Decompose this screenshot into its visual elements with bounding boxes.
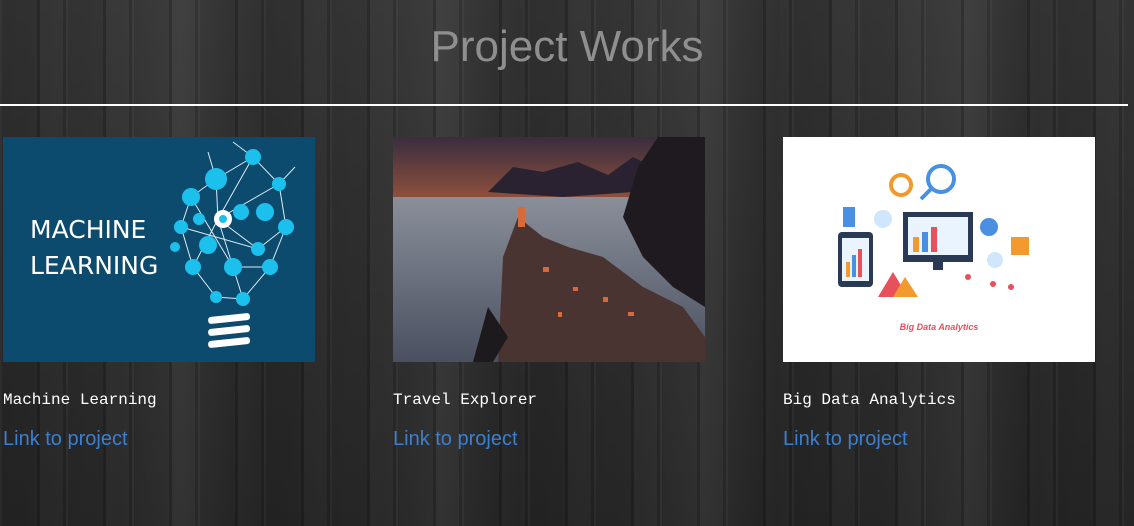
project-title: Travel Explorer: [393, 391, 538, 409]
calendar-icon: [1011, 237, 1029, 255]
project-card-travel-explorer: Travel Explorer Link to project: [393, 137, 705, 450]
image-caption: Big Data Analytics: [900, 322, 979, 332]
gear-icon: [214, 210, 232, 228]
project-title: Big Data Analytics: [783, 391, 956, 409]
project-link[interactable]: Link to project: [393, 428, 518, 451]
travel-explorer-image[interactable]: [393, 137, 705, 362]
bulb-base-icon: [208, 313, 251, 348]
project-link[interactable]: Link to project: [3, 428, 128, 451]
machine-learning-image[interactable]: MACHINE LEARNING: [3, 137, 315, 362]
project-title: Machine Learning: [3, 391, 157, 409]
project-link[interactable]: Link to project: [783, 428, 908, 451]
monitor-icon: [903, 212, 973, 270]
project-card-machine-learning: MACHINE LEARNING Machine Learning Link t…: [3, 137, 315, 450]
project-card-big-data-analytics: Big Data Analytics Big Data Analytics Li…: [783, 137, 1095, 450]
tablet-chart-icon: [838, 232, 873, 287]
pie-chart-icon: [980, 218, 998, 236]
image-text-line-2: LEARNING: [30, 251, 158, 280]
page-title: Project Works: [430, 22, 704, 71]
big-data-analytics-image[interactable]: Big Data Analytics: [783, 137, 1095, 362]
image-text-line-1: MACHINE: [30, 215, 146, 244]
calculator-icon: [843, 207, 855, 227]
cloud-icon: [874, 210, 892, 228]
header-divider: [0, 104, 1128, 106]
